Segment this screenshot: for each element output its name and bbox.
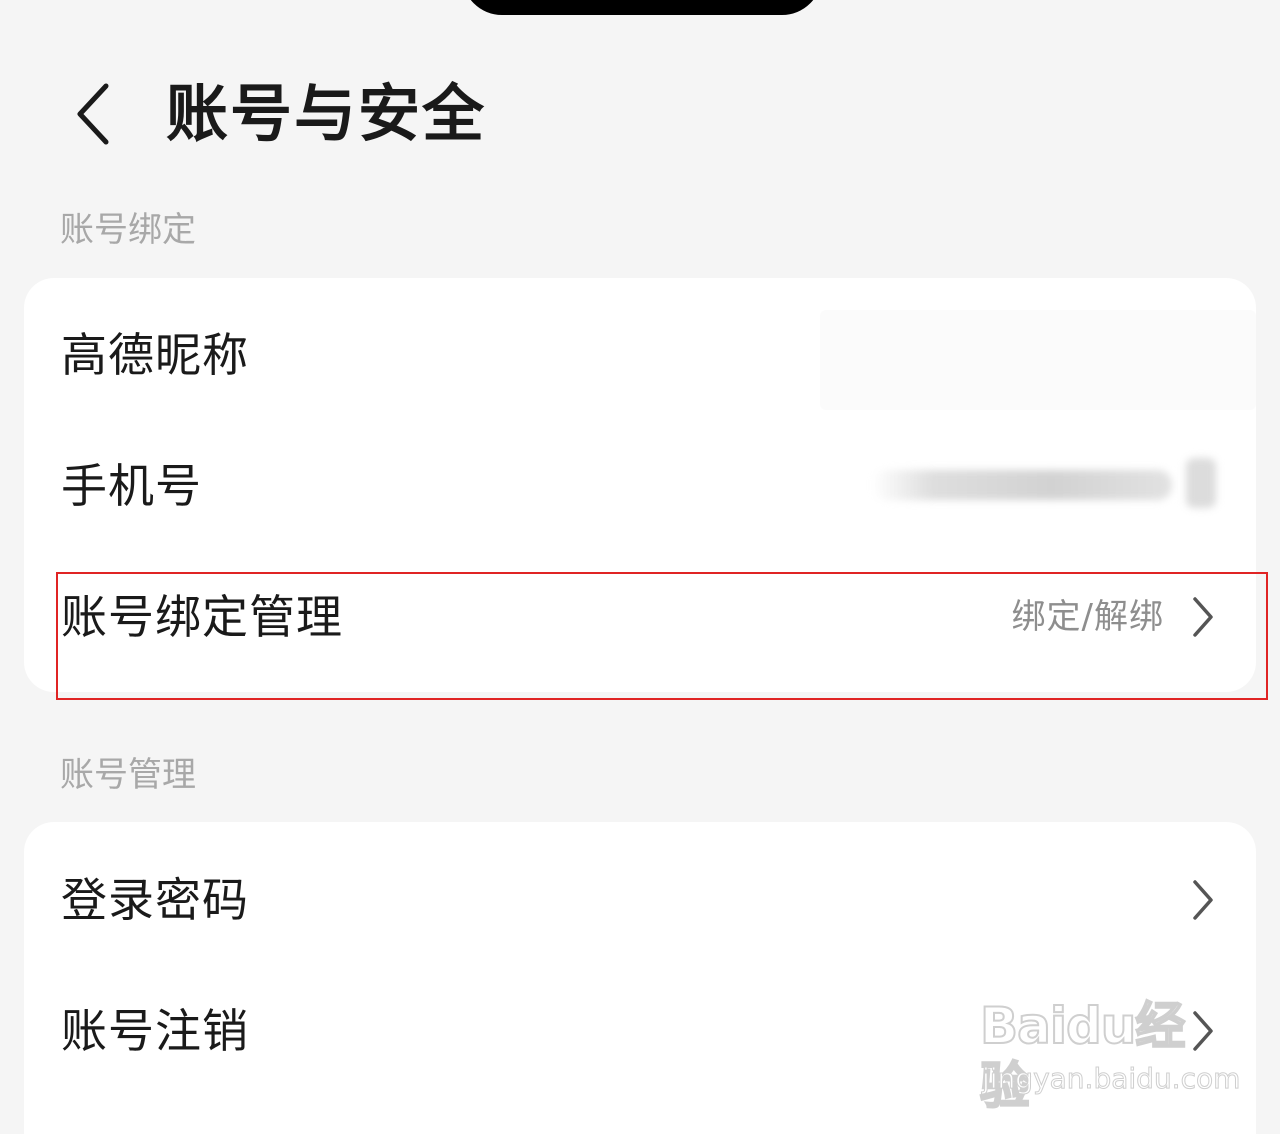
chevron-left-icon: [77, 83, 109, 145]
section-label-account-binding: 账号绑定: [60, 210, 196, 250]
chevron-right-icon: [1188, 876, 1218, 924]
row-label: 账号绑定管理: [61, 590, 343, 644]
row-label: 账号注销: [61, 1004, 249, 1058]
chevron-right-icon: [1188, 593, 1218, 641]
page-title: 账号与安全: [166, 77, 487, 150]
section-label-account-management: 账号管理: [60, 755, 196, 795]
row-label: 登录密码: [61, 873, 249, 927]
row-label: 高德昵称: [61, 328, 249, 382]
account-management-card: 登录密码 账号注销: [24, 822, 1256, 1134]
redacted-chevron: [1186, 458, 1216, 508]
redacted-nickname: [820, 310, 1256, 410]
row-value: 绑定/解绑: [1011, 597, 1164, 637]
row-account-binding-management[interactable]: 账号绑定管理 绑定/解绑: [24, 562, 1256, 672]
redacted-phone: [872, 470, 1172, 500]
row-login-password[interactable]: 登录密码: [24, 845, 1256, 955]
row-account-deletion[interactable]: 账号注销: [24, 976, 1256, 1086]
back-button[interactable]: [60, 78, 124, 150]
account-security-page: 账号与安全 账号绑定 高德昵称 手机号 账号绑定管理 绑定/解绑 账号管理 登录…: [0, 0, 1280, 1134]
row-label: 手机号: [61, 459, 202, 513]
chevron-right-icon: [1188, 1007, 1218, 1055]
camera-notch: [462, 0, 822, 15]
